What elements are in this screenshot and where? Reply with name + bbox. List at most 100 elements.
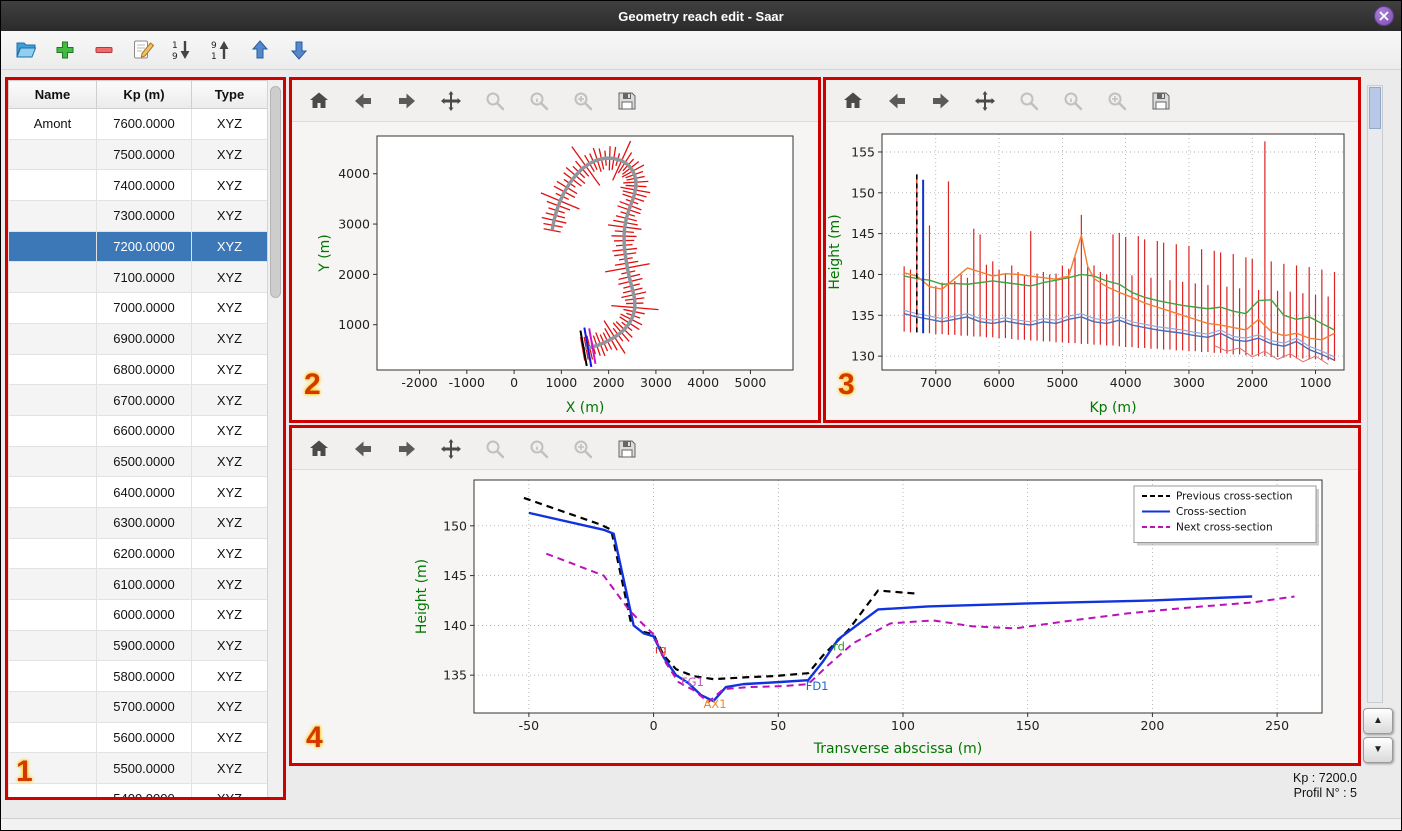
table-scrollbar-thumb[interactable] [270,86,281,298]
zoom-info-icon[interactable] [1060,88,1086,114]
add-icon[interactable] [52,37,78,63]
back-icon[interactable] [884,88,910,114]
cell-type: XYZ [191,783,268,797]
cell-name [8,660,97,693]
table-row[interactable]: 6000.0000 XYZ [8,599,268,631]
move-down-icon[interactable] [286,37,312,63]
pan-icon[interactable] [438,88,464,114]
table-row[interactable]: Amont 7600.0000 XYZ [8,108,268,140]
edit-icon[interactable] [130,37,156,63]
table-row[interactable]: 5800.0000 XYZ [8,660,268,693]
pan-icon[interactable] [438,436,464,462]
svg-text:150: 150 [851,185,875,200]
svg-text:0: 0 [650,718,658,733]
table-row[interactable]: 5500.0000 XYZ [8,752,268,785]
svg-text:Cross-section: Cross-section [1176,506,1246,518]
table-row[interactable]: 6500.0000 XYZ [8,445,268,478]
svg-text:Next cross-section: Next cross-section [1176,522,1273,534]
svg-text:3000: 3000 [338,217,370,232]
svg-text:1000: 1000 [1300,375,1332,390]
table-row[interactable]: 6600.0000 XYZ [8,414,268,447]
table-scrollbar[interactable] [267,80,283,797]
svg-text:4000: 4000 [1110,375,1142,390]
table-row[interactable]: 5400.0000XYZ [8,783,268,797]
zoom-region-icon[interactable] [570,88,596,114]
table-row[interactable]: 6400.0000 XYZ [8,476,268,508]
svg-text:1: 1 [211,52,217,62]
table-row[interactable]: 5700.0000 XYZ [8,691,268,723]
table-row[interactable]: 7300.0000 XYZ [8,200,268,232]
close-icon [1379,9,1389,24]
svg-text:Kp (m): Kp (m) [1089,400,1136,416]
sort-descending-icon[interactable]: 19 [169,37,195,63]
table-row[interactable]: 5600.0000 XYZ [8,721,268,754]
cell-name [8,721,97,754]
profile-next-button[interactable]: ▼ [1363,737,1393,763]
forward-icon[interactable] [394,436,420,462]
cell-kp: 6700.0000 [96,384,192,416]
zoom-icon[interactable] [1016,88,1042,114]
table-row[interactable]: 6900.0000 XYZ [8,322,268,355]
zoom-region-icon[interactable] [1104,88,1130,114]
back-icon[interactable] [350,88,376,114]
cell-name [8,200,97,232]
cell-type: XYZ [191,445,268,478]
table-row[interactable]: 7500.0000 XYZ [8,138,268,171]
table-row[interactable]: 6700.0000 XYZ [8,384,268,416]
longitudinal-profile-chart[interactable]: 7000 6000 5000 4000 3000 2000 1000 130 135 140 145… [826,122,1358,420]
table-row[interactable]: 7200.0000 XYZ [8,230,268,263]
main-scrollbar-thumb[interactable] [1369,87,1381,129]
cell-name [8,230,97,263]
cell-kp: 6600.0000 [96,414,192,447]
cross-section-toolbar [292,428,1358,470]
pan-icon[interactable] [972,88,998,114]
cell-type: XYZ [191,660,268,693]
zoom-region-icon[interactable] [570,436,596,462]
plan-view-chart[interactable]: -2000 -1000 0 1000 2000 3000 4000 5000 1000 2000 3… [292,122,818,420]
zoom-icon[interactable] [482,88,508,114]
home-icon[interactable] [840,88,866,114]
zoom-info-icon[interactable] [526,88,552,114]
save-icon[interactable] [614,88,640,114]
zoom-icon[interactable] [482,436,508,462]
back-icon[interactable] [350,436,376,462]
table-row[interactable]: 7000.0000 XYZ [8,292,268,324]
profile-previous-button[interactable]: ▲ [1363,708,1393,734]
table-row[interactable]: 7100.0000 XYZ [8,261,268,294]
svg-text:150: 150 [443,518,467,533]
cell-kp: 6400.0000 [96,476,192,508]
forward-icon[interactable] [394,88,420,114]
longitudinal-profile-toolbar [826,80,1358,122]
svg-text:-50: -50 [519,718,539,733]
title-bar[interactable]: Geometry reach edit - Saar [1,1,1401,31]
forward-icon[interactable] [928,88,954,114]
cell-type: XYZ [191,322,268,355]
svg-text:0: 0 [510,375,518,390]
close-button[interactable] [1374,6,1394,26]
longitudinal-profile-panel: 7000 6000 5000 4000 3000 2000 1000 130 135 140 145… [823,77,1361,423]
main-scrollbar[interactable] [1367,85,1383,703]
table-row[interactable]: 7400.0000 XYZ [8,169,268,202]
svg-text:3000: 3000 [640,375,672,390]
home-icon[interactable] [306,88,332,114]
move-up-icon[interactable] [247,37,273,63]
cell-kp: 7000.0000 [96,292,192,324]
table-row[interactable]: 6300.0000 XYZ [8,506,268,539]
svg-text:4000: 4000 [687,375,719,390]
save-icon[interactable] [1148,88,1174,114]
cell-kp: 6300.0000 [96,506,192,539]
home-icon[interactable] [306,436,332,462]
cell-name [8,414,97,447]
cell-type: XYZ [191,353,268,386]
table-row[interactable]: 5900.0000 XYZ [8,629,268,662]
sort-ascending-icon[interactable]: 91 [208,37,234,63]
open-icon[interactable] [13,37,39,63]
save-icon[interactable] [614,436,640,462]
zoom-info-icon[interactable] [526,436,552,462]
remove-icon[interactable] [91,37,117,63]
table-row[interactable]: 6800.0000 XYZ [8,353,268,386]
cell-name [8,537,97,570]
table-row[interactable]: 6100.0000 XYZ [8,568,268,600]
table-row[interactable]: 6200.0000 XYZ [8,537,268,570]
cross-section-chart[interactable]: -50 0 50 100 150 200 250 135 140 145 150 rg rd FG1 AX1… [292,470,1358,761]
